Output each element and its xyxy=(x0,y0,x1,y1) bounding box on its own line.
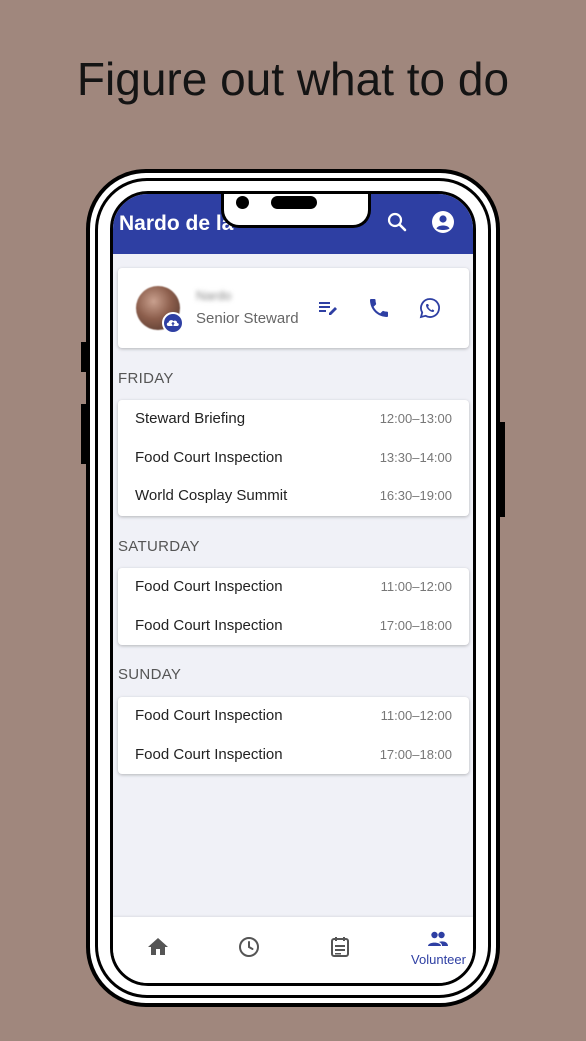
event-time: 13:30–14:00 xyxy=(379,449,452,465)
list-item[interactable]: Food Court Inspection 11:00–12:00 xyxy=(118,568,469,607)
list-item[interactable]: Food Court Inspection 11:00–12:00 xyxy=(118,697,469,736)
day-label-saturday: SATURDAY xyxy=(118,538,200,555)
event-title: Food Court Inspection xyxy=(135,616,283,634)
headline: Figure out what to do xyxy=(76,53,510,105)
nav-history[interactable] xyxy=(204,917,295,983)
event-time: 11:00–12:00 xyxy=(380,579,452,594)
nav-volunteer-label: Volunteer xyxy=(411,952,466,967)
list-item[interactable]: Food Court Inspection 13:30–14:00 xyxy=(118,439,469,478)
bottom-nav: Volunteer xyxy=(113,917,473,983)
day-card-sunday: Food Court Inspection 11:00–12:00 Food C… xyxy=(118,697,469,775)
nav-volunteer[interactable]: Volunteer xyxy=(393,917,473,983)
event-title: Steward Briefing xyxy=(135,410,246,427)
event-title: Food Court Inspection xyxy=(135,745,283,763)
day-label-sunday: SUNDAY xyxy=(118,666,182,683)
event-title: World Cosplay Summit xyxy=(135,487,288,505)
day-label-friday: FRIDAY xyxy=(118,370,174,387)
day-card-saturday: Food Court Inspection 11:00–12:00 Food C… xyxy=(118,568,469,646)
phone-notch xyxy=(221,194,371,228)
day-card-friday: Steward Briefing 12:00–13:00 Food Court … xyxy=(118,400,469,517)
app-title: Nardo de la xyxy=(119,212,234,235)
event-time: 17:00–18:00 xyxy=(379,617,452,633)
event-title: Food Court Inspection xyxy=(135,578,283,595)
list-item[interactable]: Food Court Inspection 17:00–18:00 xyxy=(118,736,469,775)
event-time: 16:30–19:00 xyxy=(379,488,452,504)
phone-icon[interactable] xyxy=(367,296,391,320)
nav-schedule[interactable] xyxy=(295,917,386,983)
search-icon[interactable] xyxy=(385,210,409,234)
home-icon xyxy=(148,938,168,955)
event-title: Food Court Inspection xyxy=(135,448,283,466)
account-icon[interactable] xyxy=(431,210,455,234)
profile-name: Nardo xyxy=(196,288,232,303)
people-icon xyxy=(428,931,448,946)
clock-icon xyxy=(239,937,259,957)
list-item[interactable]: Food Court Inspection 17:00–18:00 xyxy=(118,607,469,646)
upload-photo-button[interactable] xyxy=(162,312,184,334)
whatsapp-icon[interactable] xyxy=(418,296,442,320)
camera xyxy=(236,196,249,209)
profile-card: Nardo Senior Steward xyxy=(118,268,469,348)
profile-role: Senior Steward xyxy=(196,310,299,327)
cloud-upload-icon xyxy=(166,320,179,326)
event-time: 11:00–12:00 xyxy=(380,708,452,723)
speaker xyxy=(271,196,317,209)
nav-home[interactable] xyxy=(113,917,204,983)
list-item[interactable]: World Cosplay Summit 16:30–19:00 xyxy=(118,477,469,516)
edit-notes-icon[interactable] xyxy=(316,296,340,320)
event-time: 17:00–18:00 xyxy=(379,746,452,762)
calendar-icon xyxy=(331,937,349,957)
event-time: 12:00–13:00 xyxy=(379,411,452,426)
phone-screen: Nardo de la Nardo Senior Steward FRIDAY … xyxy=(110,191,476,986)
event-title: Food Court Inspection xyxy=(135,707,283,724)
list-item[interactable]: Steward Briefing 12:00–13:00 xyxy=(118,400,469,439)
